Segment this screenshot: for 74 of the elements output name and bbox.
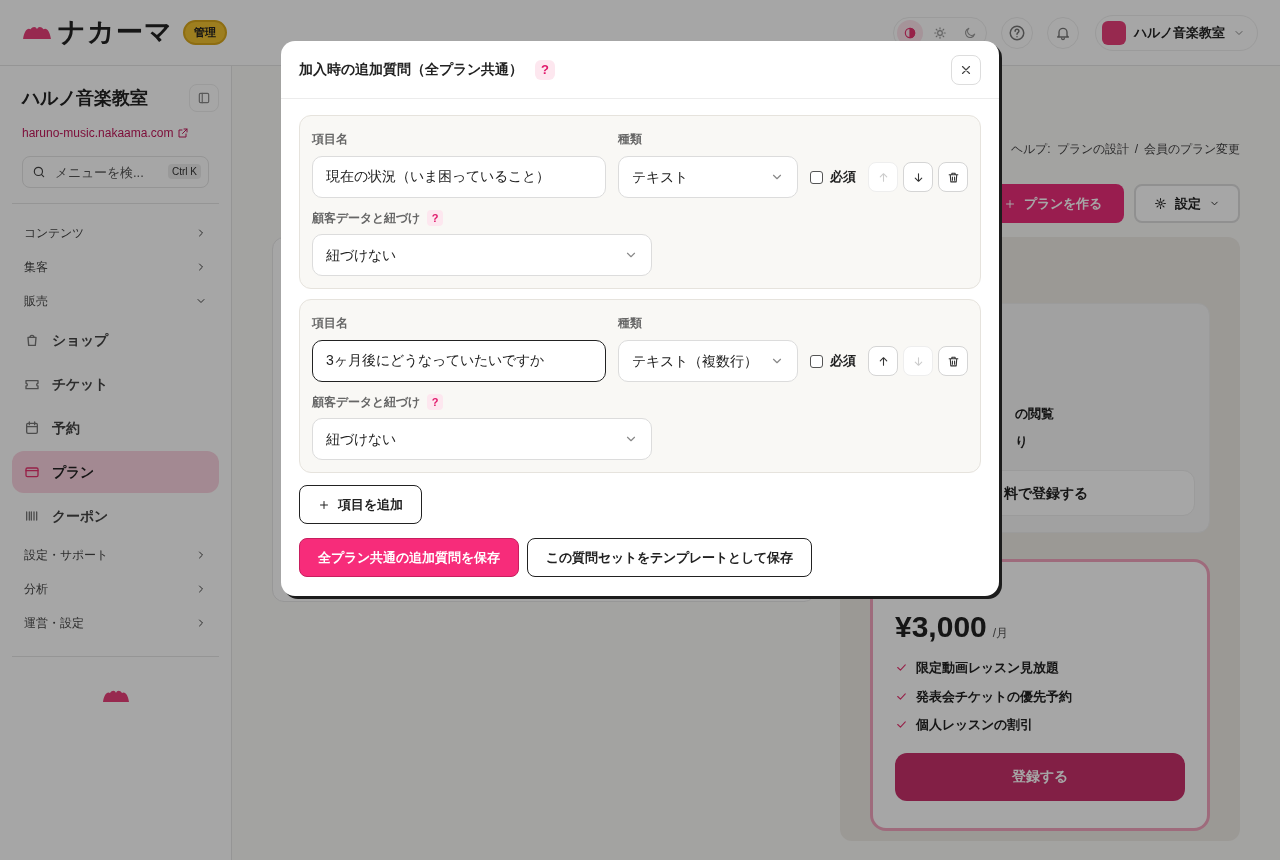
stripes-icon bbox=[24, 508, 40, 524]
text-input[interactable]: 3ヶ月後にどうなっていたいですか bbox=[312, 340, 606, 382]
shortcut-hint: Ctrl K bbox=[168, 164, 201, 179]
help-badge[interactable]: ? bbox=[535, 59, 555, 80]
site-link[interactable]: haruno-music.nakaama.com bbox=[22, 124, 219, 142]
sidebar-item[interactable]: ショップ bbox=[12, 319, 219, 361]
plus-icon bbox=[1004, 197, 1016, 210]
section-header[interactable]: 設定・サポート bbox=[12, 538, 219, 572]
register-button[interactable]: 登録する bbox=[895, 752, 1185, 801]
field-label: 項目名 bbox=[312, 315, 349, 332]
plan-feature: 個人レッスンの割引 bbox=[916, 716, 1033, 734]
plus-icon bbox=[318, 498, 330, 511]
sidebar-item[interactable]: 予約 bbox=[12, 407, 219, 449]
field-label: 種類 bbox=[618, 315, 643, 332]
section-header[interactable]: 販売 bbox=[12, 284, 219, 318]
checkbox[interactable] bbox=[810, 354, 823, 368]
plan-feature: の閲覧 bbox=[1014, 405, 1055, 423]
checkbox-label: 必須 bbox=[830, 352, 856, 371]
admin-badge: 管理 bbox=[183, 20, 227, 45]
panel-icon bbox=[197, 91, 211, 105]
trash-icon bbox=[946, 170, 960, 184]
sidebar-item[interactable]: プラン bbox=[12, 451, 219, 493]
account-avatar bbox=[1102, 20, 1126, 45]
plan-price: ¥3,000 bbox=[895, 612, 987, 642]
card-icon bbox=[24, 464, 40, 480]
logo-text: ナカーマ bbox=[58, 16, 173, 50]
text-input[interactable]: 現在の状況（いま困っていること） bbox=[312, 156, 606, 198]
delete-button[interactable] bbox=[938, 162, 968, 192]
section-header[interactable]: 集客 bbox=[12, 250, 219, 284]
price-unit: /月 bbox=[992, 625, 1009, 642]
moon-icon bbox=[963, 25, 977, 40]
trash-icon bbox=[946, 354, 960, 368]
select-field[interactable]: 紐づけない bbox=[312, 418, 652, 460]
help-label: ヘルプ: bbox=[1011, 141, 1051, 158]
external-link-icon bbox=[177, 127, 190, 139]
select-field[interactable]: 紐づけない bbox=[312, 234, 652, 276]
dialog-title: 加入時の追加質問（全プラン共通） bbox=[299, 60, 523, 79]
logo-icon bbox=[22, 25, 52, 40]
calendar-icon bbox=[24, 420, 40, 436]
field-label: 項目名 bbox=[312, 131, 349, 148]
logo-icon bbox=[101, 689, 130, 703]
sidebar-title: ハルノ音楽教室 bbox=[22, 86, 148, 110]
field-label: 顧客データと紐づけ bbox=[312, 210, 420, 227]
breadcrumb-separator: / bbox=[1134, 141, 1138, 158]
checkbox[interactable] bbox=[810, 170, 823, 184]
field-label: 顧客データと紐づけ bbox=[312, 394, 420, 411]
plan-feature: 発表会チケットの優先予約 bbox=[916, 687, 1072, 706]
section-header[interactable]: 分析 bbox=[12, 572, 219, 606]
add-item-button[interactable]: 項目を追加 bbox=[299, 485, 422, 524]
gear-icon bbox=[1154, 197, 1167, 210]
help-link[interactable]: 会員のプラン変更 bbox=[1144, 140, 1240, 158]
collapse-sidebar-button[interactable] bbox=[189, 84, 219, 112]
bag-icon bbox=[24, 332, 40, 348]
search-icon bbox=[32, 165, 46, 179]
select-field[interactable]: テキスト bbox=[618, 156, 798, 198]
field-label: 種類 bbox=[618, 131, 643, 148]
help-link[interactable]: プランの設計 bbox=[1056, 140, 1129, 158]
settings-button[interactable]: 設定 bbox=[1134, 184, 1240, 223]
plan-feature: り bbox=[1014, 433, 1029, 451]
plan-feature: 限定動画レッスン見放題 bbox=[916, 659, 1059, 677]
save-template-button[interactable]: この質問セットをテンプレートとして保存 bbox=[527, 538, 812, 577]
checkbox-label: 必須 bbox=[830, 168, 856, 187]
save-button[interactable]: 全プラン共通の追加質問を保存 bbox=[299, 538, 519, 577]
sidebar-item[interactable]: チケット bbox=[12, 363, 219, 405]
section-header[interactable]: 運営・設定 bbox=[12, 606, 219, 640]
section-header[interactable]: コンテンツ bbox=[12, 216, 219, 250]
select-field[interactable]: テキスト（複数行） bbox=[618, 340, 798, 382]
sun-icon bbox=[933, 25, 947, 40]
contrast-icon bbox=[903, 25, 917, 40]
sidebar-item[interactable]: クーポン bbox=[12, 495, 219, 537]
help-icon bbox=[1008, 23, 1026, 42]
delete-button[interactable] bbox=[938, 346, 968, 376]
help-badge[interactable]: ? bbox=[427, 210, 443, 226]
help-badge[interactable]: ? bbox=[427, 394, 443, 410]
